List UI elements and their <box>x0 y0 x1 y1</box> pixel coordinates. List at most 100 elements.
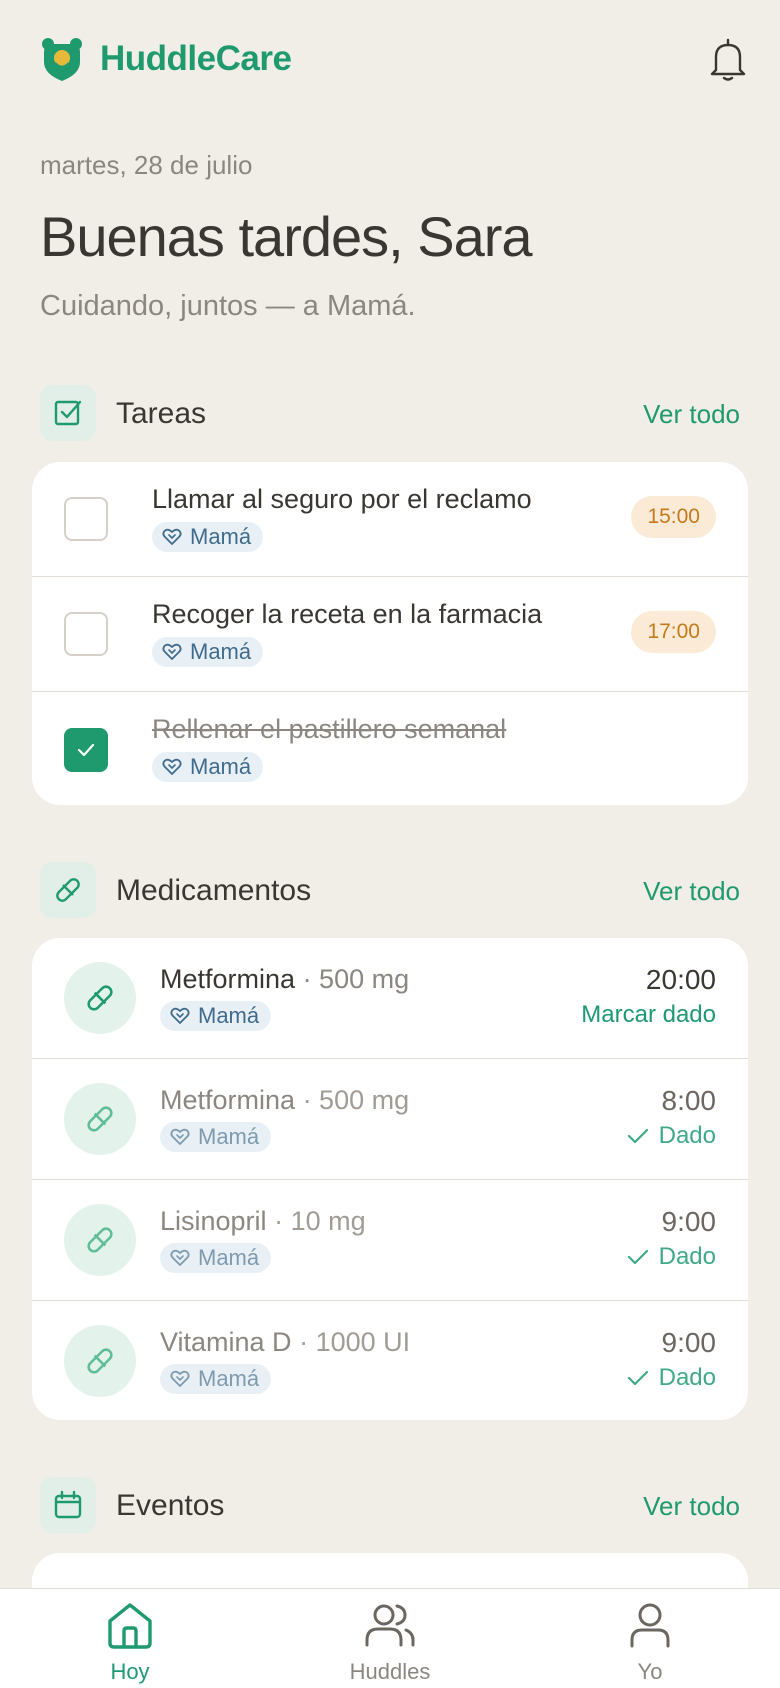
huddlecare-logo-icon <box>42 38 82 81</box>
medication-icon-circle <box>64 1204 136 1276</box>
events-section-title: Eventos <box>116 1489 225 1522</box>
home-icon <box>108 1603 152 1649</box>
medications-card: Metformina · 500 mg Mamá 20:00 Marcar da… <box>32 938 748 1420</box>
medication-name-text: Lisinopril <box>160 1206 267 1236</box>
medication-row[interactable]: Lisinopril · 10 mg Mamá 9:00 Dado <box>32 1180 748 1301</box>
task-checkbox[interactable] <box>64 497 108 541</box>
given-status-label: Dado <box>658 1364 716 1391</box>
nav-tab-label: Huddles <box>349 1659 431 1684</box>
medication-row[interactable]: Metformina · 500 mg Mamá 20:00 Marcar da… <box>32 938 748 1059</box>
tasks-section-header: Tareas Ver todo <box>40 385 740 441</box>
given-status: Dado <box>627 1122 716 1150</box>
heart-handshake-icon <box>170 1007 190 1024</box>
medication-name-text: Metformina <box>160 964 296 994</box>
task-row[interactable]: Llamar al seguro por el reclamo Mamá 15:… <box>32 462 748 577</box>
task-row[interactable]: Rellenar el pastillero semanal Mamá <box>32 692 748 805</box>
checkmark-icon <box>77 743 95 757</box>
given-status-label: Dado <box>658 1122 716 1149</box>
person-chip-label: Mamá <box>198 1366 260 1391</box>
tasks-see-all-link[interactable]: Ver todo <box>643 399 740 430</box>
checkmark-icon <box>627 1128 648 1144</box>
person-chip: Mamá <box>160 1001 272 1031</box>
brand[interactable]: HuddleCare <box>40 36 292 82</box>
pill-icon <box>56 878 80 902</box>
nav-tab-hoy[interactable]: Hoy <box>40 1589 220 1688</box>
medication-row[interactable]: Metformina · 500 mg Mamá 8:00 Dado <box>32 1059 748 1180</box>
person-chip: Mamá <box>160 1364 272 1394</box>
top-bar: HuddleCare <box>40 34 748 86</box>
pill-icon <box>87 1348 113 1374</box>
medication-time: 20:00 <box>645 964 716 995</box>
checkbox-square-icon <box>54 400 82 426</box>
nav-tab-label: Yo <box>637 1659 663 1684</box>
given-status: Dado <box>627 1243 716 1271</box>
person-chip: Mamá <box>152 522 264 552</box>
mark-given-label: Marcar dado <box>581 1001 716 1028</box>
person-chip: Mamá <box>160 1243 272 1273</box>
nav-tab-huddles[interactable]: Huddles <box>300 1589 480 1688</box>
mark-given-button[interactable]: Marcar dado <box>581 1001 716 1029</box>
checkmark-icon <box>627 1370 648 1386</box>
task-checkbox[interactable] <box>64 612 108 656</box>
task-title: Llamar al seguro por el reclamo <box>152 484 532 514</box>
users-icon <box>365 1604 415 1647</box>
medications-section-icon-box <box>40 862 96 918</box>
person-chip: Mamá <box>160 1122 272 1152</box>
task-title: Rellenar el pastillero semanal <box>152 714 507 744</box>
medications-see-all-link[interactable]: Ver todo <box>643 876 740 907</box>
app-name: HuddleCare <box>100 39 292 78</box>
heart-handshake-icon <box>162 758 182 775</box>
medication-name-text: Vitamina D <box>160 1327 292 1357</box>
heart-handshake-icon <box>170 1370 190 1387</box>
care-subtitle: Cuidando, juntos — a Mamá. <box>40 290 416 322</box>
medication-name-text: Metformina <box>160 1085 296 1115</box>
medication-dose: · 10 mg <box>274 1206 366 1236</box>
person-chip-label: Mamá <box>190 524 252 549</box>
medication-icon-circle <box>64 1083 136 1155</box>
tasks-section-title: Tareas <box>116 397 207 430</box>
current-date: martes, 28 de julio <box>40 150 253 180</box>
pill-icon <box>87 1106 113 1132</box>
medication-dose: · 1000 UI <box>299 1327 411 1357</box>
medication-name: Metformina · 500 mg <box>160 964 409 995</box>
heart-handshake-icon <box>162 528 182 545</box>
medication-row[interactable]: Vitamina D · 1000 UI Mamá 9:00 Dado <box>32 1301 748 1420</box>
task-checkbox-checked[interactable] <box>64 728 108 772</box>
nav-tab-label: Hoy <box>110 1659 150 1684</box>
medication-name: Metformina · 500 mg <box>160 1085 409 1116</box>
medications-section-header: Medicamentos Ver todo <box>40 862 740 918</box>
given-status-label: Dado <box>658 1243 716 1270</box>
medication-time: 9:00 <box>661 1327 717 1358</box>
person-chip-label: Mamá <box>190 639 252 664</box>
heart-handshake-icon <box>170 1249 190 1266</box>
nav-tab-yo[interactable]: Yo <box>560 1589 740 1688</box>
person-chip: Mamá <box>152 637 264 667</box>
events-see-all-link[interactable]: Ver todo <box>643 1491 740 1522</box>
task-row[interactable]: Recoger la receta en la farmacia Mamá 17… <box>32 577 748 692</box>
pill-icon <box>87 1227 113 1253</box>
medication-dose: · 500 mg <box>302 1085 410 1115</box>
calendar-icon <box>54 1490 82 1519</box>
bottom-navigation: Hoy Huddles Yo <box>0 1588 780 1688</box>
pill-icon <box>87 985 113 1011</box>
medication-icon-circle <box>64 1325 136 1397</box>
medication-name: Lisinopril · 10 mg <box>160 1206 366 1237</box>
greeting-heading: Buenas tardes, Sara <box>40 205 533 268</box>
given-status: Dado <box>627 1364 716 1392</box>
home-screen: HuddleCare martes, 28 de julio Buenas ta… <box>0 0 780 1688</box>
person-chip-label: Mamá <box>198 1003 260 1028</box>
user-icon <box>630 1603 670 1648</box>
bell-icon[interactable] <box>708 38 748 82</box>
events-section-icon-box <box>40 1477 96 1533</box>
medication-time: 8:00 <box>661 1085 717 1116</box>
person-chip-label: Mamá <box>190 754 252 779</box>
tasks-section-icon-box <box>40 385 96 441</box>
medication-dose: · 500 mg <box>302 964 410 994</box>
heart-handshake-icon <box>170 1128 190 1145</box>
person-chip: Mamá <box>152 752 264 782</box>
task-time-badge: 15:00 <box>631 496 716 538</box>
task-title: Recoger la receta en la farmacia <box>152 599 543 629</box>
heart-handshake-icon <box>162 643 182 660</box>
person-chip-label: Mamá <box>198 1124 260 1149</box>
events-section-header: Eventos Ver todo <box>40 1477 740 1533</box>
